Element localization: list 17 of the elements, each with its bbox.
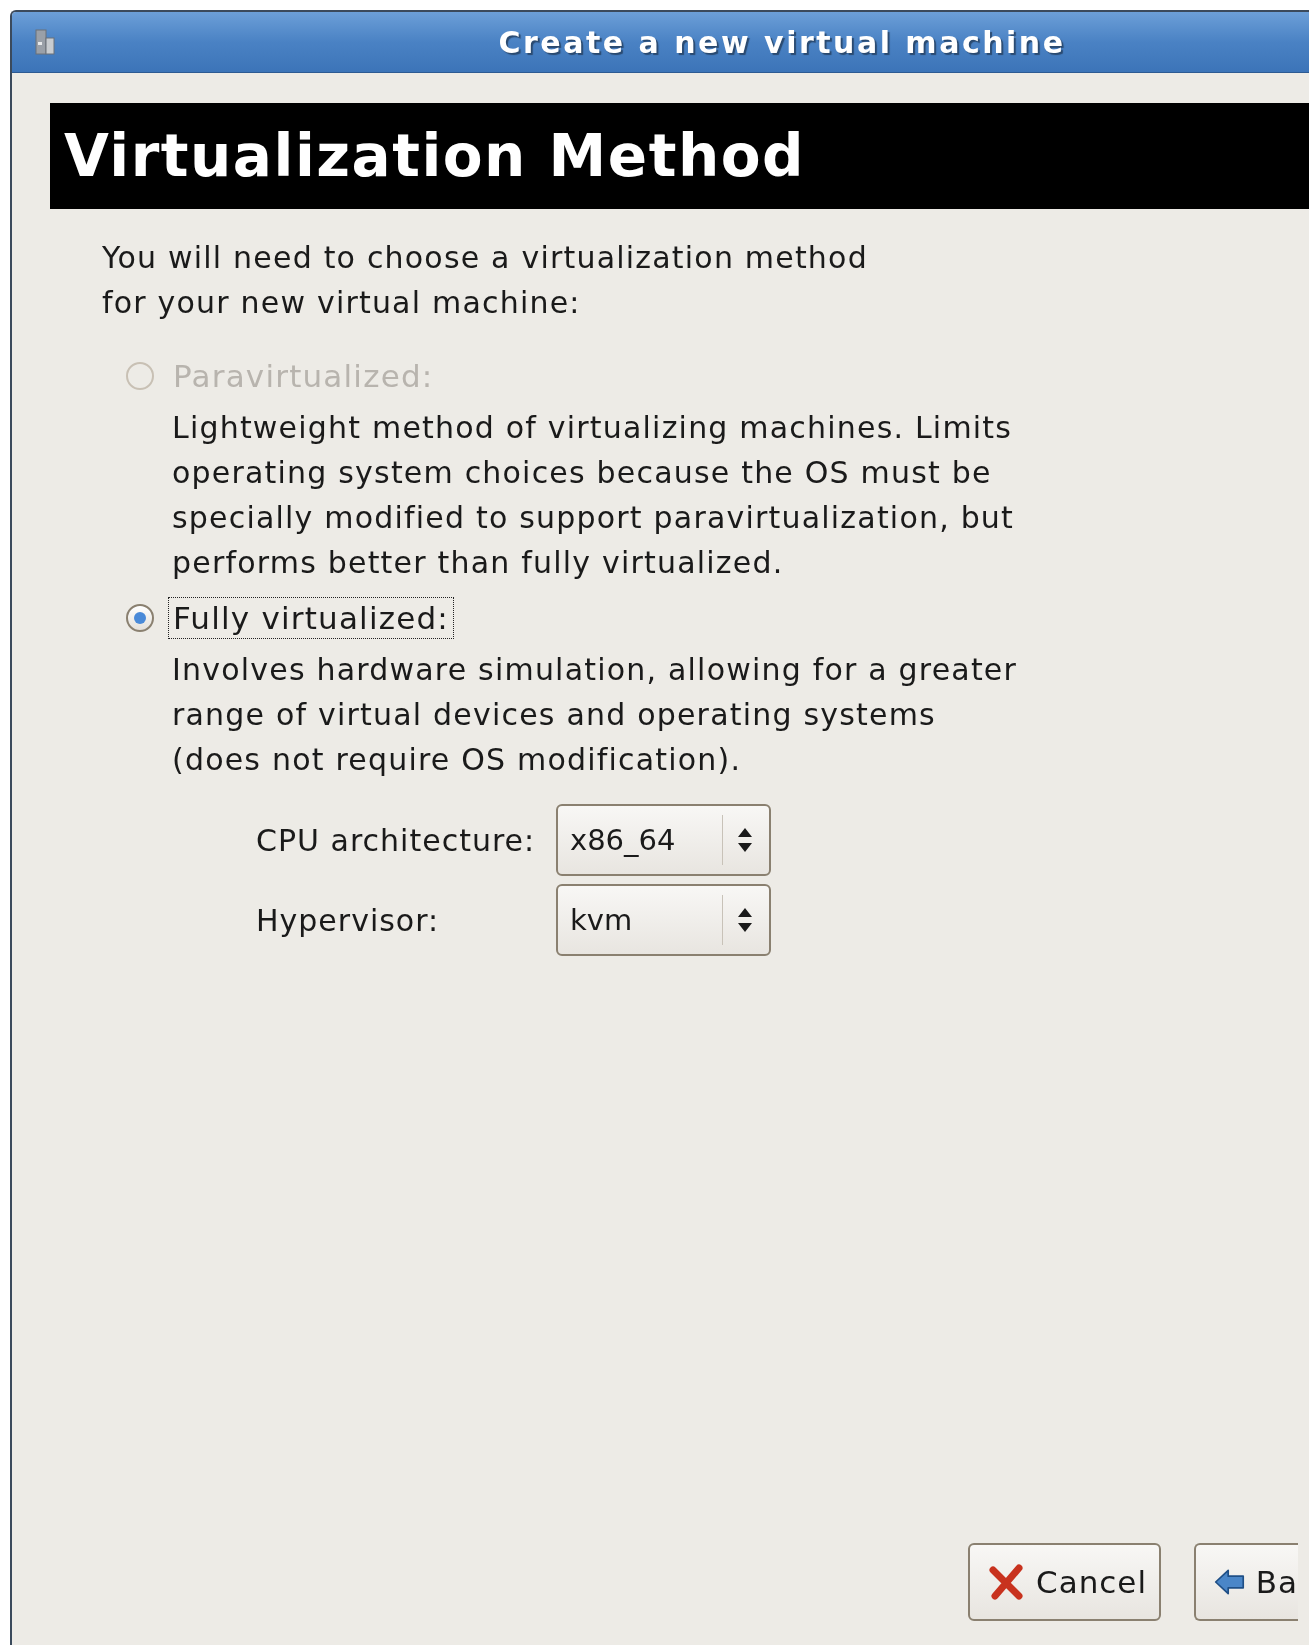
close-icon <box>988 1563 1026 1601</box>
radio-button[interactable] <box>126 604 154 632</box>
intro-text: You will need to choose a virtualization method for your new virtual machine: <box>102 239 869 322</box>
page-heading: Virtualization Method <box>50 103 1309 209</box>
window-title: Create a new virtual machine <box>498 24 1066 60</box>
option-description: Lightweight method of virtualizing machines. Limits operating system choices because the OS must be specially modified to support paravirtualization, but performs better than fully virtualized. <box>172 409 1016 582</box>
updown-arrow-icon <box>737 826 753 854</box>
cancel-button[interactable]: Cancel <box>968 1543 1162 1621</box>
updown-arrow-icon <box>737 906 753 934</box>
setting-label: CPU architecture: <box>256 822 537 858</box>
server-icon <box>34 28 56 56</box>
dropdown[interactable]: kvm <box>556 884 771 956</box>
option-description: Involves hardware simulation, allowing for a greater range of virtual devices and operating systems (does not require OS modification). <box>172 651 1019 779</box>
back-button[interactable]: Ba <box>1194 1543 1299 1621</box>
radio-label[interactable]: Fully virtualized: <box>168 597 454 639</box>
dropdown[interactable]: x86_64 <box>556 804 771 876</box>
setting-label: Hypervisor: <box>256 902 441 938</box>
